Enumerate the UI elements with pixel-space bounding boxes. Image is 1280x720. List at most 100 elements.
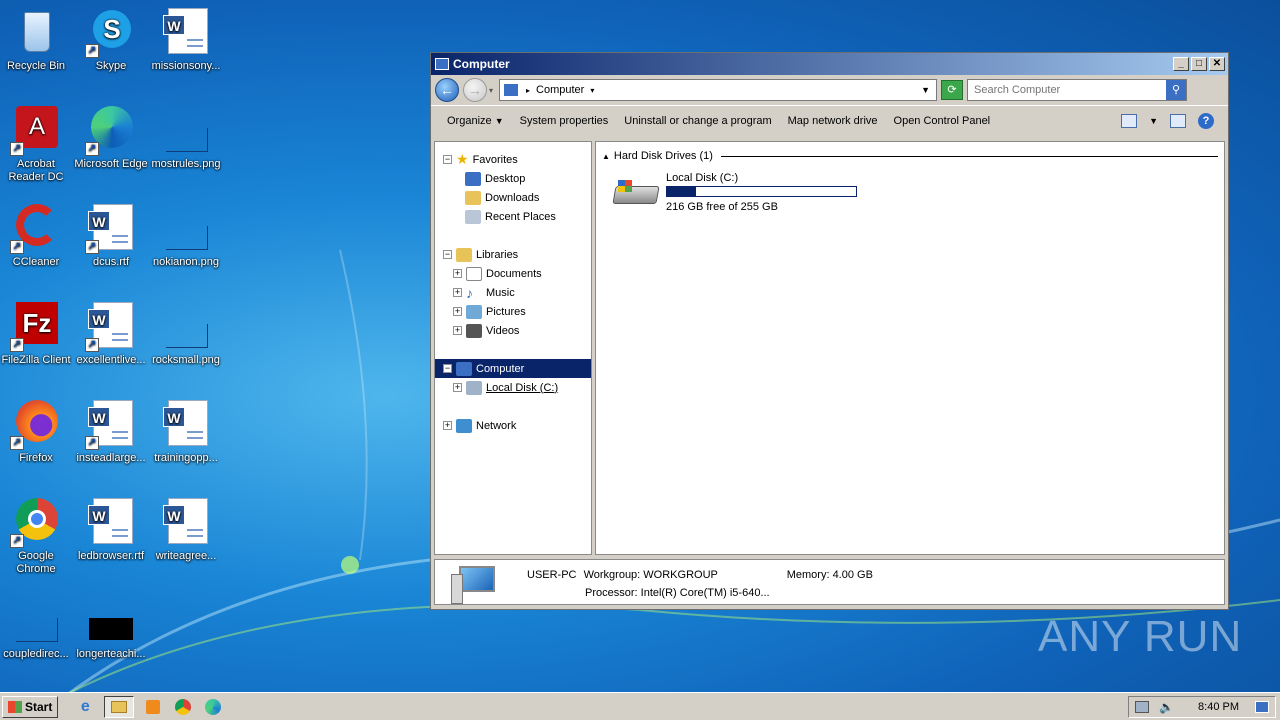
breadcrumb-dropdown-icon[interactable]: ▾ bbox=[590, 86, 594, 95]
address-history-dropdown-icon[interactable]: ▼ bbox=[921, 85, 930, 95]
volume-icon[interactable]: 🔈 bbox=[1159, 700, 1174, 714]
expand-icon[interactable]: + bbox=[453, 269, 462, 278]
system-properties-button[interactable]: System properties bbox=[512, 115, 617, 127]
firefox-icon: ↗ bbox=[10, 400, 60, 450]
nav-item-libraries[interactable]: − Libraries bbox=[435, 245, 591, 264]
help-icon[interactable]: ? bbox=[1198, 112, 1214, 129]
breadcrumb-chevron-icon[interactable]: ▸ bbox=[526, 86, 530, 95]
desktop-icon-ccleaner[interactable]: ↗ CCleaner bbox=[0, 204, 74, 269]
search-icon[interactable]: ⚲ bbox=[1166, 80, 1187, 100]
internet-explorer-icon[interactable]: e bbox=[74, 696, 96, 718]
forward-button[interactable]: → bbox=[463, 78, 487, 102]
maximize-button[interactable]: □ bbox=[1191, 57, 1207, 71]
close-button[interactable]: ✕ bbox=[1209, 57, 1225, 71]
hard-drive-icon bbox=[612, 178, 660, 210]
map-network-drive-button[interactable]: Map network drive bbox=[780, 115, 886, 127]
desktop-icon-ledbrowser[interactable]: W ledbrowser.rtf bbox=[73, 498, 149, 563]
workgroup-value: WORKGROUP bbox=[643, 569, 718, 581]
drive-free-space: 216 GB free of 255 GB bbox=[666, 201, 778, 213]
desktop-icon-dcus[interactable]: W ↗ dcus.rtf bbox=[73, 204, 149, 269]
expand-icon[interactable]: + bbox=[453, 288, 462, 297]
preview-pane-icon[interactable] bbox=[1170, 113, 1186, 128]
start-button[interactable]: Start bbox=[2, 695, 59, 718]
nav-item-downloads[interactable]: Downloads bbox=[435, 188, 591, 207]
open-control-panel-button[interactable]: Open Control Panel bbox=[886, 115, 999, 127]
clock[interactable]: 8:40 PM bbox=[1184, 701, 1239, 713]
drive-item-local-disk[interactable]: Local Disk (C:) 216 GB free of 255 GB bbox=[612, 172, 1218, 213]
image-thumbnail-icon bbox=[87, 596, 135, 644]
filezilla-icon: Fz ↗ bbox=[10, 302, 60, 352]
recent-pages-chevron-icon[interactable]: ▾ bbox=[489, 86, 493, 95]
desktop-icon-writeagree[interactable]: W writeagree... bbox=[148, 498, 224, 563]
desktop-icon-nokianon[interactable]: nokianon.png bbox=[148, 204, 224, 269]
word-document-icon: W ↗ bbox=[85, 302, 135, 352]
desktop-icon-excellentlive[interactable]: W ↗ excellentlive... bbox=[73, 302, 149, 367]
search-box[interactable]: ⚲ bbox=[967, 79, 1188, 101]
view-options-chevron-icon[interactable]: ▼ bbox=[1149, 116, 1158, 126]
star-icon: ★ bbox=[456, 151, 469, 167]
desktop-icon-chrome[interactable]: ↗ Google Chrome bbox=[0, 498, 74, 576]
taskbar: Start e 🔈 8:40 PM bbox=[0, 692, 1280, 720]
nav-item-computer[interactable]: − Computer bbox=[435, 359, 591, 378]
minimize-button[interactable]: _ bbox=[1173, 57, 1189, 71]
expand-icon[interactable]: + bbox=[453, 326, 462, 335]
nav-item-pictures[interactable]: + Pictures bbox=[435, 302, 591, 321]
chrome-icon[interactable] bbox=[172, 696, 194, 718]
nav-item-network[interactable]: + Network bbox=[435, 416, 591, 435]
desktop-icon-recycle-bin[interactable]: Recycle Bin bbox=[0, 8, 74, 73]
collapse-icon[interactable]: − bbox=[443, 155, 452, 164]
title-bar[interactable]: Computer _ □ ✕ bbox=[431, 53, 1228, 75]
nav-item-desktop[interactable]: Desktop bbox=[435, 169, 591, 188]
drive-name: Local Disk (C:) bbox=[666, 172, 739, 184]
desktop-icon-edge[interactable]: ↗ Microsoft Edge bbox=[73, 106, 149, 171]
organize-button[interactable]: Organize ▼ bbox=[439, 115, 512, 127]
nav-item-local-disk[interactable]: + Local Disk (C:) bbox=[435, 378, 591, 397]
edge-icon[interactable] bbox=[202, 696, 224, 718]
address-bar-row: ← → ▾ ▸ Computer ▾ ▼ ⟳ ⚲ bbox=[431, 75, 1228, 105]
desktop-icon-trainingopp[interactable]: W trainingopp... bbox=[148, 400, 224, 465]
media-player-icon[interactable] bbox=[142, 696, 164, 718]
nav-item-documents[interactable]: + Documents bbox=[435, 264, 591, 283]
nav-item-videos[interactable]: + Videos bbox=[435, 321, 591, 340]
change-view-icon[interactable] bbox=[1121, 113, 1138, 128]
expand-icon[interactable]: + bbox=[443, 421, 452, 430]
address-field[interactable]: ▸ Computer ▾ ▼ bbox=[499, 79, 938, 101]
group-header-hard-disk-drives[interactable]: ▲ Hard Disk Drives (1) bbox=[602, 150, 1218, 162]
anyrun-watermark: ANY RUN bbox=[1038, 612, 1243, 661]
network-tray-icon[interactable] bbox=[1135, 700, 1150, 713]
computer-icon bbox=[504, 84, 519, 96]
collapse-icon[interactable]: − bbox=[443, 364, 452, 373]
drive-usage-bar bbox=[666, 186, 857, 197]
desktop-icon-rocksmall[interactable]: rocksmall.png bbox=[148, 302, 224, 367]
collapse-icon[interactable]: − bbox=[443, 250, 452, 259]
nav-item-favorites[interactable]: − ★ Favorites bbox=[435, 150, 591, 169]
network-icon bbox=[456, 418, 472, 433]
content-pane: ▲ Hard Disk Drives (1) Local Disk (C:) 2… bbox=[595, 141, 1225, 555]
desktop-icon-skype[interactable]: S ↗ Skype bbox=[73, 8, 149, 73]
desktop-icon-filezilla[interactable]: Fz ↗ FileZilla Client bbox=[0, 302, 74, 367]
refresh-button[interactable]: ⟳ bbox=[941, 80, 964, 100]
skype-icon: S ↗ bbox=[85, 8, 135, 58]
nav-item-recent-places[interactable]: Recent Places bbox=[435, 207, 591, 226]
system-tray: 🔈 8:40 PM bbox=[1128, 695, 1276, 718]
show-desktop-icon[interactable] bbox=[1255, 700, 1269, 713]
workgroup-label: Workgroup: bbox=[583, 569, 641, 581]
collapse-group-icon[interactable]: ▲ bbox=[602, 152, 610, 161]
search-input[interactable] bbox=[968, 83, 1167, 97]
breadcrumb-computer[interactable]: Computer bbox=[536, 84, 584, 96]
desktop-icon-insteadlarge[interactable]: W ↗ insteadlarge... bbox=[73, 400, 149, 465]
back-button[interactable]: ← bbox=[435, 78, 459, 102]
uninstall-program-button[interactable]: Uninstall or change a program bbox=[616, 115, 779, 127]
acrobat-icon: A ↗ bbox=[10, 106, 60, 156]
desktop-icon-acrobat[interactable]: A ↗ Acrobat Reader DC bbox=[0, 106, 74, 184]
desktop-icon-longerteachi[interactable]: longerteachi... bbox=[73, 596, 149, 661]
desktop-icon-mostrules[interactable]: mostrules.png bbox=[148, 106, 224, 171]
expand-icon[interactable]: + bbox=[453, 307, 462, 316]
image-thumbnail-icon bbox=[162, 204, 210, 252]
desktop-icon-firefox[interactable]: ↗ Firefox bbox=[0, 400, 74, 465]
nav-item-music[interactable]: + ♪ Music bbox=[435, 283, 591, 302]
expand-icon[interactable]: + bbox=[453, 383, 462, 392]
desktop-icon-coupledirec[interactable]: coupledirec... bbox=[0, 596, 74, 661]
desktop-icon-missionsony[interactable]: W missionsony... bbox=[148, 8, 224, 73]
windows-explorer-icon[interactable] bbox=[104, 695, 135, 718]
